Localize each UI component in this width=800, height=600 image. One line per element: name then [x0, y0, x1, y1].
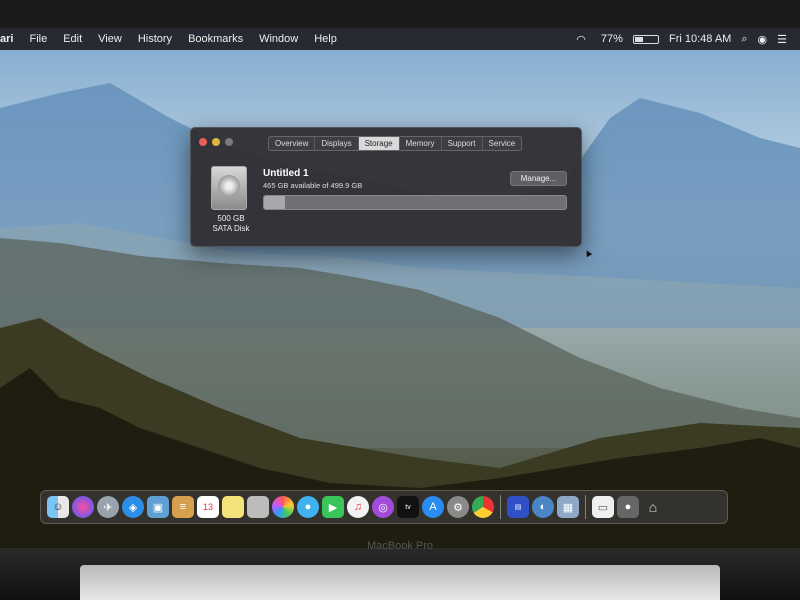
messages-icon[interactable]: ● — [297, 496, 319, 518]
about-this-mac-window: Overview Displays Storage Memory Support… — [190, 127, 582, 247]
volume-name: Untitled 1 — [263, 168, 309, 179]
system-preferences-icon[interactable]: ⚙ — [447, 496, 469, 518]
volume-available: 465 GB available of 499.9 GB — [263, 181, 363, 190]
battery-fill — [634, 36, 643, 42]
tab-memory[interactable]: Memory — [400, 137, 442, 150]
finder-icon[interactable]: ☺ — [47, 496, 69, 518]
menu-view[interactable]: View — [90, 33, 130, 45]
tab-service[interactable]: Service — [483, 137, 522, 150]
dock-separator — [585, 495, 586, 519]
tab-overview[interactable]: Overview — [269, 137, 316, 150]
wallpaper — [0, 83, 800, 548]
istat-icon[interactable]: ▤ — [507, 496, 529, 518]
disk-size: 500 GB — [217, 214, 245, 223]
preview-icon[interactable]: ▣ — [147, 496, 169, 518]
close-button[interactable] — [199, 138, 207, 146]
menu-app-name[interactable]: ari — [0, 33, 21, 45]
menu-bookmarks[interactable]: Bookmarks — [180, 33, 251, 45]
dock-separator — [500, 495, 501, 519]
window-controls — [199, 138, 233, 146]
dock: ☺ ✈ ◈ ▣ ≡ 13 ● ▶ ♫ ◎ tv A ⚙ ▤ ◐ ▦ ▭ ● ⌂ — [40, 490, 728, 524]
menu-edit[interactable]: Edit — [55, 33, 90, 45]
wifi-icon[interactable]: ◠ — [571, 33, 591, 46]
menu-history[interactable]: History — [130, 33, 180, 45]
tab-support[interactable]: Support — [442, 137, 483, 150]
storage-usage-fill — [264, 196, 286, 209]
storage-usage-bar — [263, 195, 567, 210]
tab-displays[interactable]: Displays — [315, 137, 359, 150]
control-icon[interactable]: ● — [617, 496, 639, 518]
facetime-icon[interactable]: ▶ — [322, 496, 344, 518]
battery-percent: 77% — [600, 33, 623, 45]
manage-button[interactable]: Manage... — [510, 171, 567, 186]
music-icon[interactable]: ♫ — [347, 496, 369, 518]
zoom-button[interactable] — [225, 138, 233, 146]
calendar-icon[interactable]: 13 — [197, 496, 219, 518]
minimize-button[interactable] — [212, 138, 220, 146]
siri-icon[interactable] — [72, 496, 94, 518]
battery-icon — [632, 34, 659, 44]
trash-icon[interactable]: ⌂ — [642, 496, 664, 518]
tab-bar: Overview Displays Storage Memory Support… — [268, 136, 523, 151]
calendar-day: 13 — [202, 502, 213, 512]
disk-label: 500 GB SATA Disk — [201, 214, 261, 234]
launchpad-icon[interactable]: ✈ — [97, 496, 119, 518]
safari-icon[interactable]: ◈ — [122, 496, 144, 518]
photos-icon[interactable] — [272, 496, 294, 518]
tab-storage[interactable]: Storage — [358, 137, 400, 150]
device-brand-label: MacBook Pro — [366, 540, 434, 552]
menu-help[interactable]: Help — [306, 33, 345, 45]
tv-icon[interactable]: tv — [397, 496, 419, 518]
app-store-icon[interactable]: A — [422, 496, 444, 518]
spotlight-search-icon[interactable]: ⌕ — [736, 33, 752, 46]
file-icon[interactable]: ▭ — [592, 496, 614, 518]
battery-status[interactable]: 77% — [591, 33, 664, 45]
documents-icon[interactable]: ▦ — [557, 496, 579, 518]
menu-file[interactable]: File — [21, 33, 55, 45]
menu-bar: ari File Edit View History Bookmarks Win… — [0, 28, 800, 50]
user-icon[interactable]: ◉ — [753, 33, 773, 46]
disk-type: SATA Disk — [212, 224, 250, 233]
notes-icon[interactable]: ≡ — [172, 496, 194, 518]
photo-booth-icon[interactable] — [247, 496, 269, 518]
network-icon[interactable]: ◐ — [532, 496, 554, 518]
stickies-icon[interactable] — [222, 496, 244, 518]
podcasts-icon[interactable]: ◎ — [372, 496, 394, 518]
laptop-base — [80, 565, 720, 600]
desktop — [0, 28, 800, 548]
menu-window[interactable]: Window — [251, 33, 306, 45]
notification-center-icon[interactable]: ☰ — [772, 33, 792, 46]
clock[interactable]: Fri 10:48 AM — [664, 33, 736, 45]
chrome-icon[interactable] — [472, 496, 494, 518]
hard-disk-icon — [211, 166, 247, 210]
